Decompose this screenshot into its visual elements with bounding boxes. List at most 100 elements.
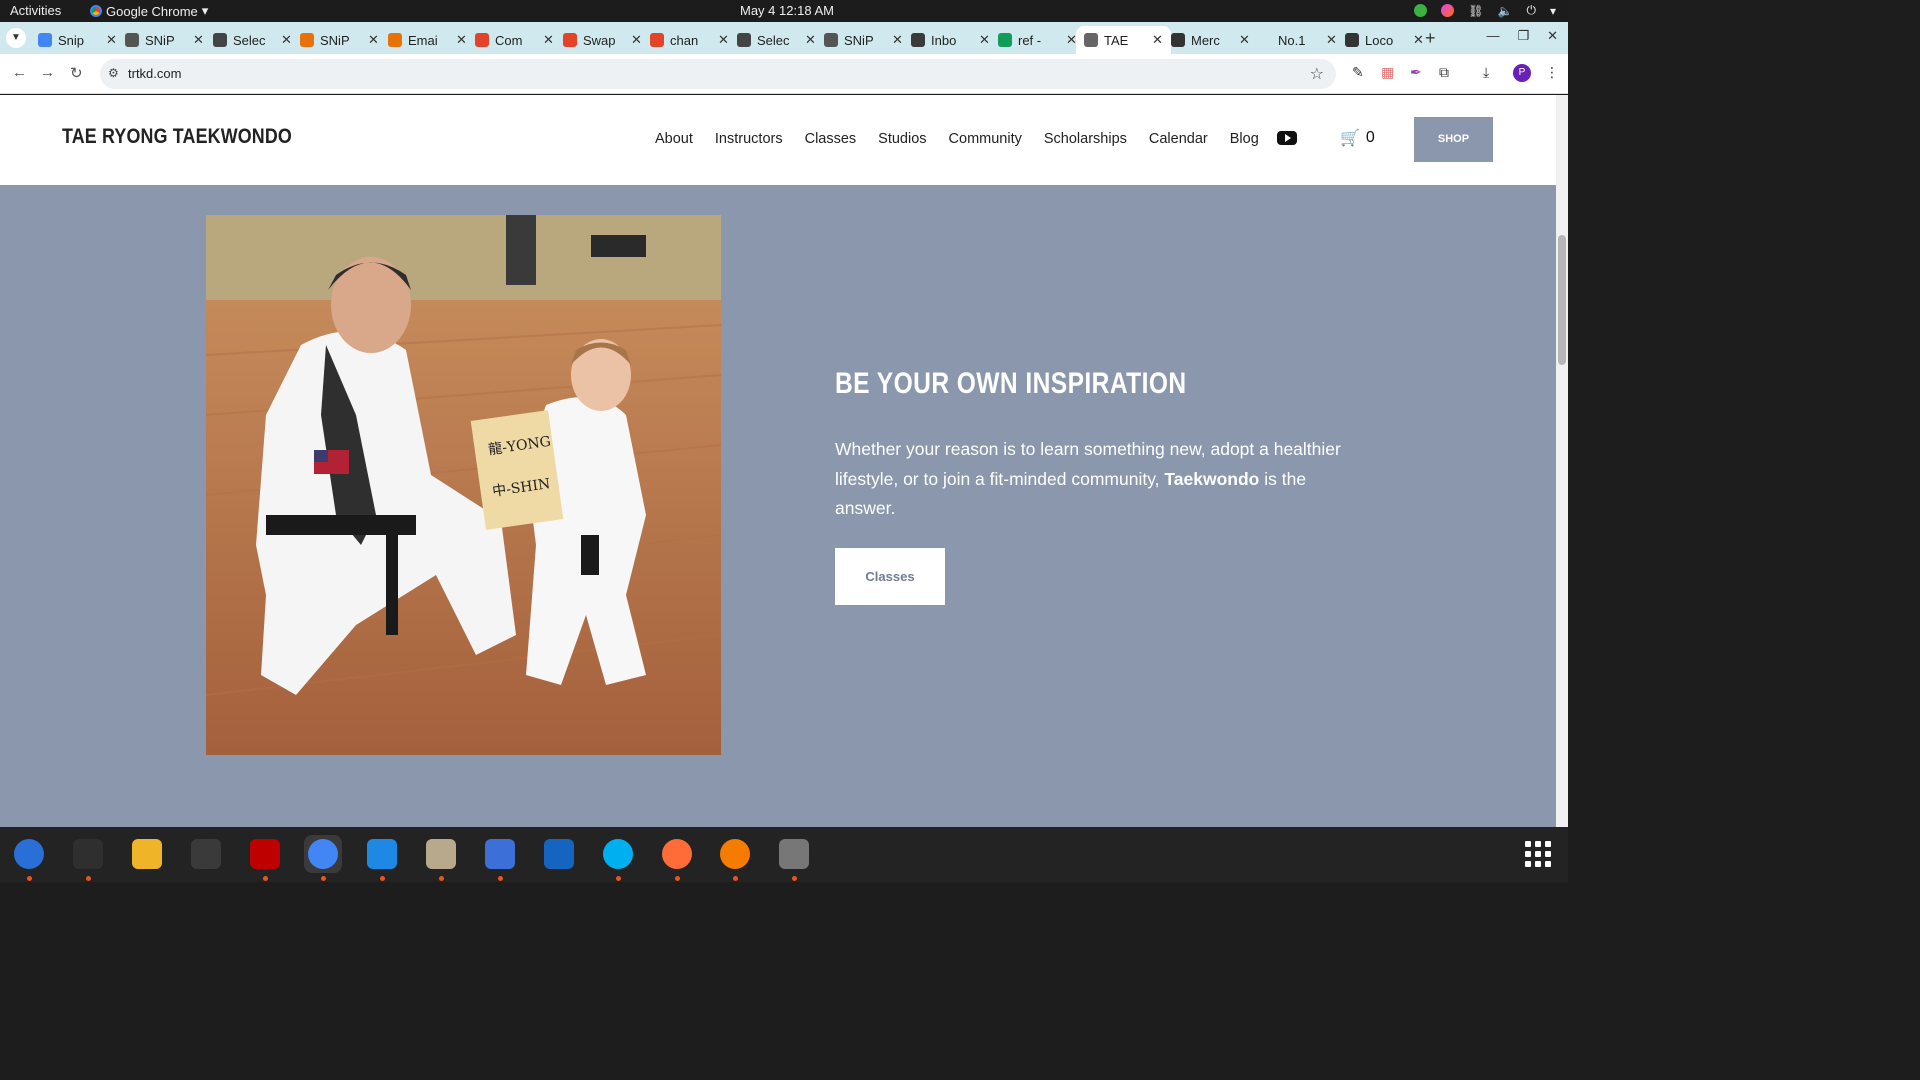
page-scrollbar[interactable] bbox=[1556, 95, 1568, 827]
files-icon[interactable] bbox=[422, 835, 460, 873]
new-tab-button[interactable]: + bbox=[1425, 28, 1436, 49]
close-tab-icon[interactable]: ✕ bbox=[106, 32, 117, 48]
hero-body: Whether your reason is to learn somethin… bbox=[835, 435, 1345, 524]
running-indicator bbox=[380, 876, 385, 881]
back-icon[interactable]: ← bbox=[12, 64, 27, 81]
minimize-icon[interactable]: — bbox=[1486, 28, 1499, 44]
browser-tab[interactable]: Merc ✕ bbox=[1163, 26, 1258, 54]
status-ok-icon[interactable] bbox=[1414, 4, 1428, 17]
browser-tab[interactable]: SNiP ✕ bbox=[117, 26, 212, 54]
browser-tab[interactable]: SNiP ✕ bbox=[816, 26, 911, 54]
close-tab-icon[interactable]: ✕ bbox=[368, 32, 379, 48]
burn-icon[interactable] bbox=[716, 835, 754, 873]
libreoffice-writer-icon[interactable] bbox=[540, 835, 578, 873]
clock[interactable]: May 4 12:18 AM bbox=[740, 3, 834, 18]
scrollbar-thumb[interactable] bbox=[1558, 235, 1566, 365]
volume-icon[interactable]: 🔈 bbox=[1498, 4, 1513, 18]
power-icon[interactable]: ⏻ bbox=[1526, 3, 1536, 18]
download-icon[interactable]: ⤓ bbox=[1483, 64, 1489, 81]
forward-icon[interactable]: → bbox=[40, 64, 55, 81]
menu-kebab-icon[interactable]: ⋮ bbox=[1545, 64, 1559, 81]
vscode-icon[interactable] bbox=[363, 835, 401, 873]
site-info-icon[interactable]: ⚙ bbox=[108, 66, 119, 80]
system-top-bar: Activities Google Chrome ▾ May 4 12:18 A… bbox=[0, 0, 1568, 22]
nav-link-about[interactable]: About bbox=[655, 131, 693, 147]
close-tab-icon[interactable]: ✕ bbox=[193, 32, 204, 48]
nav-link-scholarships[interactable]: Scholarships bbox=[1044, 131, 1127, 147]
browser-tab[interactable]: Selec ✕ bbox=[729, 26, 824, 54]
extensions-icon[interactable]: ⧉ bbox=[1439, 64, 1449, 81]
show-apps-icon[interactable] bbox=[1525, 841, 1551, 867]
chrome-icon[interactable] bbox=[304, 835, 342, 873]
restore-icon[interactable]: ❐ bbox=[1517, 28, 1529, 44]
profile-avatar[interactable]: P bbox=[1513, 64, 1531, 82]
activities-button[interactable]: Activities bbox=[10, 3, 61, 18]
calendar-extension-icon[interactable]: ▦ bbox=[1381, 64, 1394, 81]
nav-link-instructors[interactable]: Instructors bbox=[715, 131, 783, 147]
close-tab-icon[interactable]: ✕ bbox=[1152, 32, 1163, 48]
browser-tab[interactable]: Inbo ✕ bbox=[903, 26, 998, 54]
browser-tab[interactable]: Loco ✕ bbox=[1337, 26, 1432, 54]
close-tab-icon[interactable]: ✕ bbox=[1326, 32, 1337, 48]
close-tab-icon[interactable]: ✕ bbox=[631, 32, 642, 48]
tab-title: Emai bbox=[408, 32, 438, 48]
tab-favicon-icon bbox=[650, 33, 664, 47]
terminal-icon[interactable] bbox=[69, 835, 107, 873]
text-editor-icon[interactable] bbox=[481, 835, 519, 873]
vscode-icon-glyph bbox=[367, 839, 397, 869]
filezilla-icon[interactable] bbox=[246, 835, 284, 873]
main-nav: About Instructors Classes Studios Community S… bbox=[655, 131, 1259, 147]
address-bar[interactable]: ⚙ trtkd.com ☆ bbox=[100, 59, 1336, 89]
nav-link-calendar[interactable]: Calendar bbox=[1149, 131, 1208, 147]
tab-title: Inbo bbox=[931, 32, 957, 48]
browser-tab[interactable]: Emai ✕ bbox=[380, 26, 475, 54]
browser-tab[interactable]: Snip ✕ bbox=[30, 26, 125, 54]
chevron-down-icon[interactable]: ▾ bbox=[1550, 4, 1556, 18]
close-tab-icon[interactable]: ✕ bbox=[1239, 32, 1250, 48]
browser-tab[interactable]: chan ✕ bbox=[642, 26, 737, 54]
color-picker-icon[interactable] bbox=[1441, 4, 1455, 17]
skype-icon[interactable] bbox=[599, 835, 637, 873]
classes-button[interactable]: Classes bbox=[835, 548, 945, 605]
nav-link-classes[interactable]: Classes bbox=[805, 131, 857, 147]
browser-tab[interactable]: Com ✕ bbox=[467, 26, 562, 54]
app-menu[interactable]: Google Chrome ▾ bbox=[90, 3, 208, 19]
thunderbird-icon[interactable] bbox=[10, 835, 48, 873]
reload-icon[interactable]: ↻ bbox=[70, 64, 83, 82]
close-tab-icon[interactable]: ✕ bbox=[543, 32, 554, 48]
close-tab-icon[interactable]: ✕ bbox=[281, 32, 292, 48]
close-tab-icon[interactable]: ✕ bbox=[979, 32, 990, 48]
running-indicator bbox=[616, 876, 621, 881]
system-tray[interactable]: ⛓ 🔈 ⏻ ▾ bbox=[1414, 3, 1556, 18]
browser-tab[interactable]: Selec ✕ bbox=[205, 26, 300, 54]
site-logo[interactable]: TAE RYONG TAEKWONDO bbox=[62, 125, 292, 149]
close-tab-icon[interactable]: ✕ bbox=[718, 32, 729, 48]
close-tab-icon[interactable]: ✕ bbox=[892, 32, 903, 48]
network-icon[interactable]: ⛓ bbox=[1468, 4, 1483, 18]
eyedropper-icon[interactable]: ✎ bbox=[1352, 64, 1364, 81]
nav-link-community[interactable]: Community bbox=[949, 131, 1022, 147]
tab-favicon-icon bbox=[1171, 33, 1185, 47]
youtube-icon[interactable] bbox=[1277, 131, 1297, 145]
disk-icon[interactable] bbox=[775, 835, 813, 873]
pen-extension-icon[interactable]: ✒ bbox=[1410, 64, 1422, 81]
nav-link-studios[interactable]: Studios bbox=[878, 131, 926, 147]
cart-link[interactable]: 🛒 0 bbox=[1340, 128, 1375, 148]
tab-search-button[interactable]: ▼ bbox=[6, 28, 26, 48]
shop-button[interactable]: SHOP bbox=[1414, 117, 1493, 162]
bookmark-star-icon[interactable]: ☆ bbox=[1310, 64, 1324, 84]
browser-tab[interactable]: Swap ✕ bbox=[555, 26, 650, 54]
url-text[interactable]: trtkd.com bbox=[128, 66, 181, 81]
close-tab-icon[interactable]: ✕ bbox=[456, 32, 467, 48]
close-tab-icon[interactable]: ✕ bbox=[1413, 32, 1424, 48]
browser-tab[interactable]: SNiP ✕ bbox=[292, 26, 387, 54]
browser-tab[interactable]: ref - ✕ bbox=[990, 26, 1085, 54]
calculator-icon[interactable] bbox=[128, 835, 166, 873]
postman-icon[interactable] bbox=[658, 835, 696, 873]
browser-tab[interactable]: TAE ✕ bbox=[1076, 26, 1171, 54]
close-tab-icon[interactable]: ✕ bbox=[805, 32, 816, 48]
browser-tab[interactable]: No.1 ✕ bbox=[1250, 26, 1345, 54]
close-icon[interactable]: ✕ bbox=[1547, 28, 1558, 44]
system-monitor-icon[interactable] bbox=[187, 835, 225, 873]
nav-link-blog[interactable]: Blog bbox=[1230, 131, 1259, 147]
